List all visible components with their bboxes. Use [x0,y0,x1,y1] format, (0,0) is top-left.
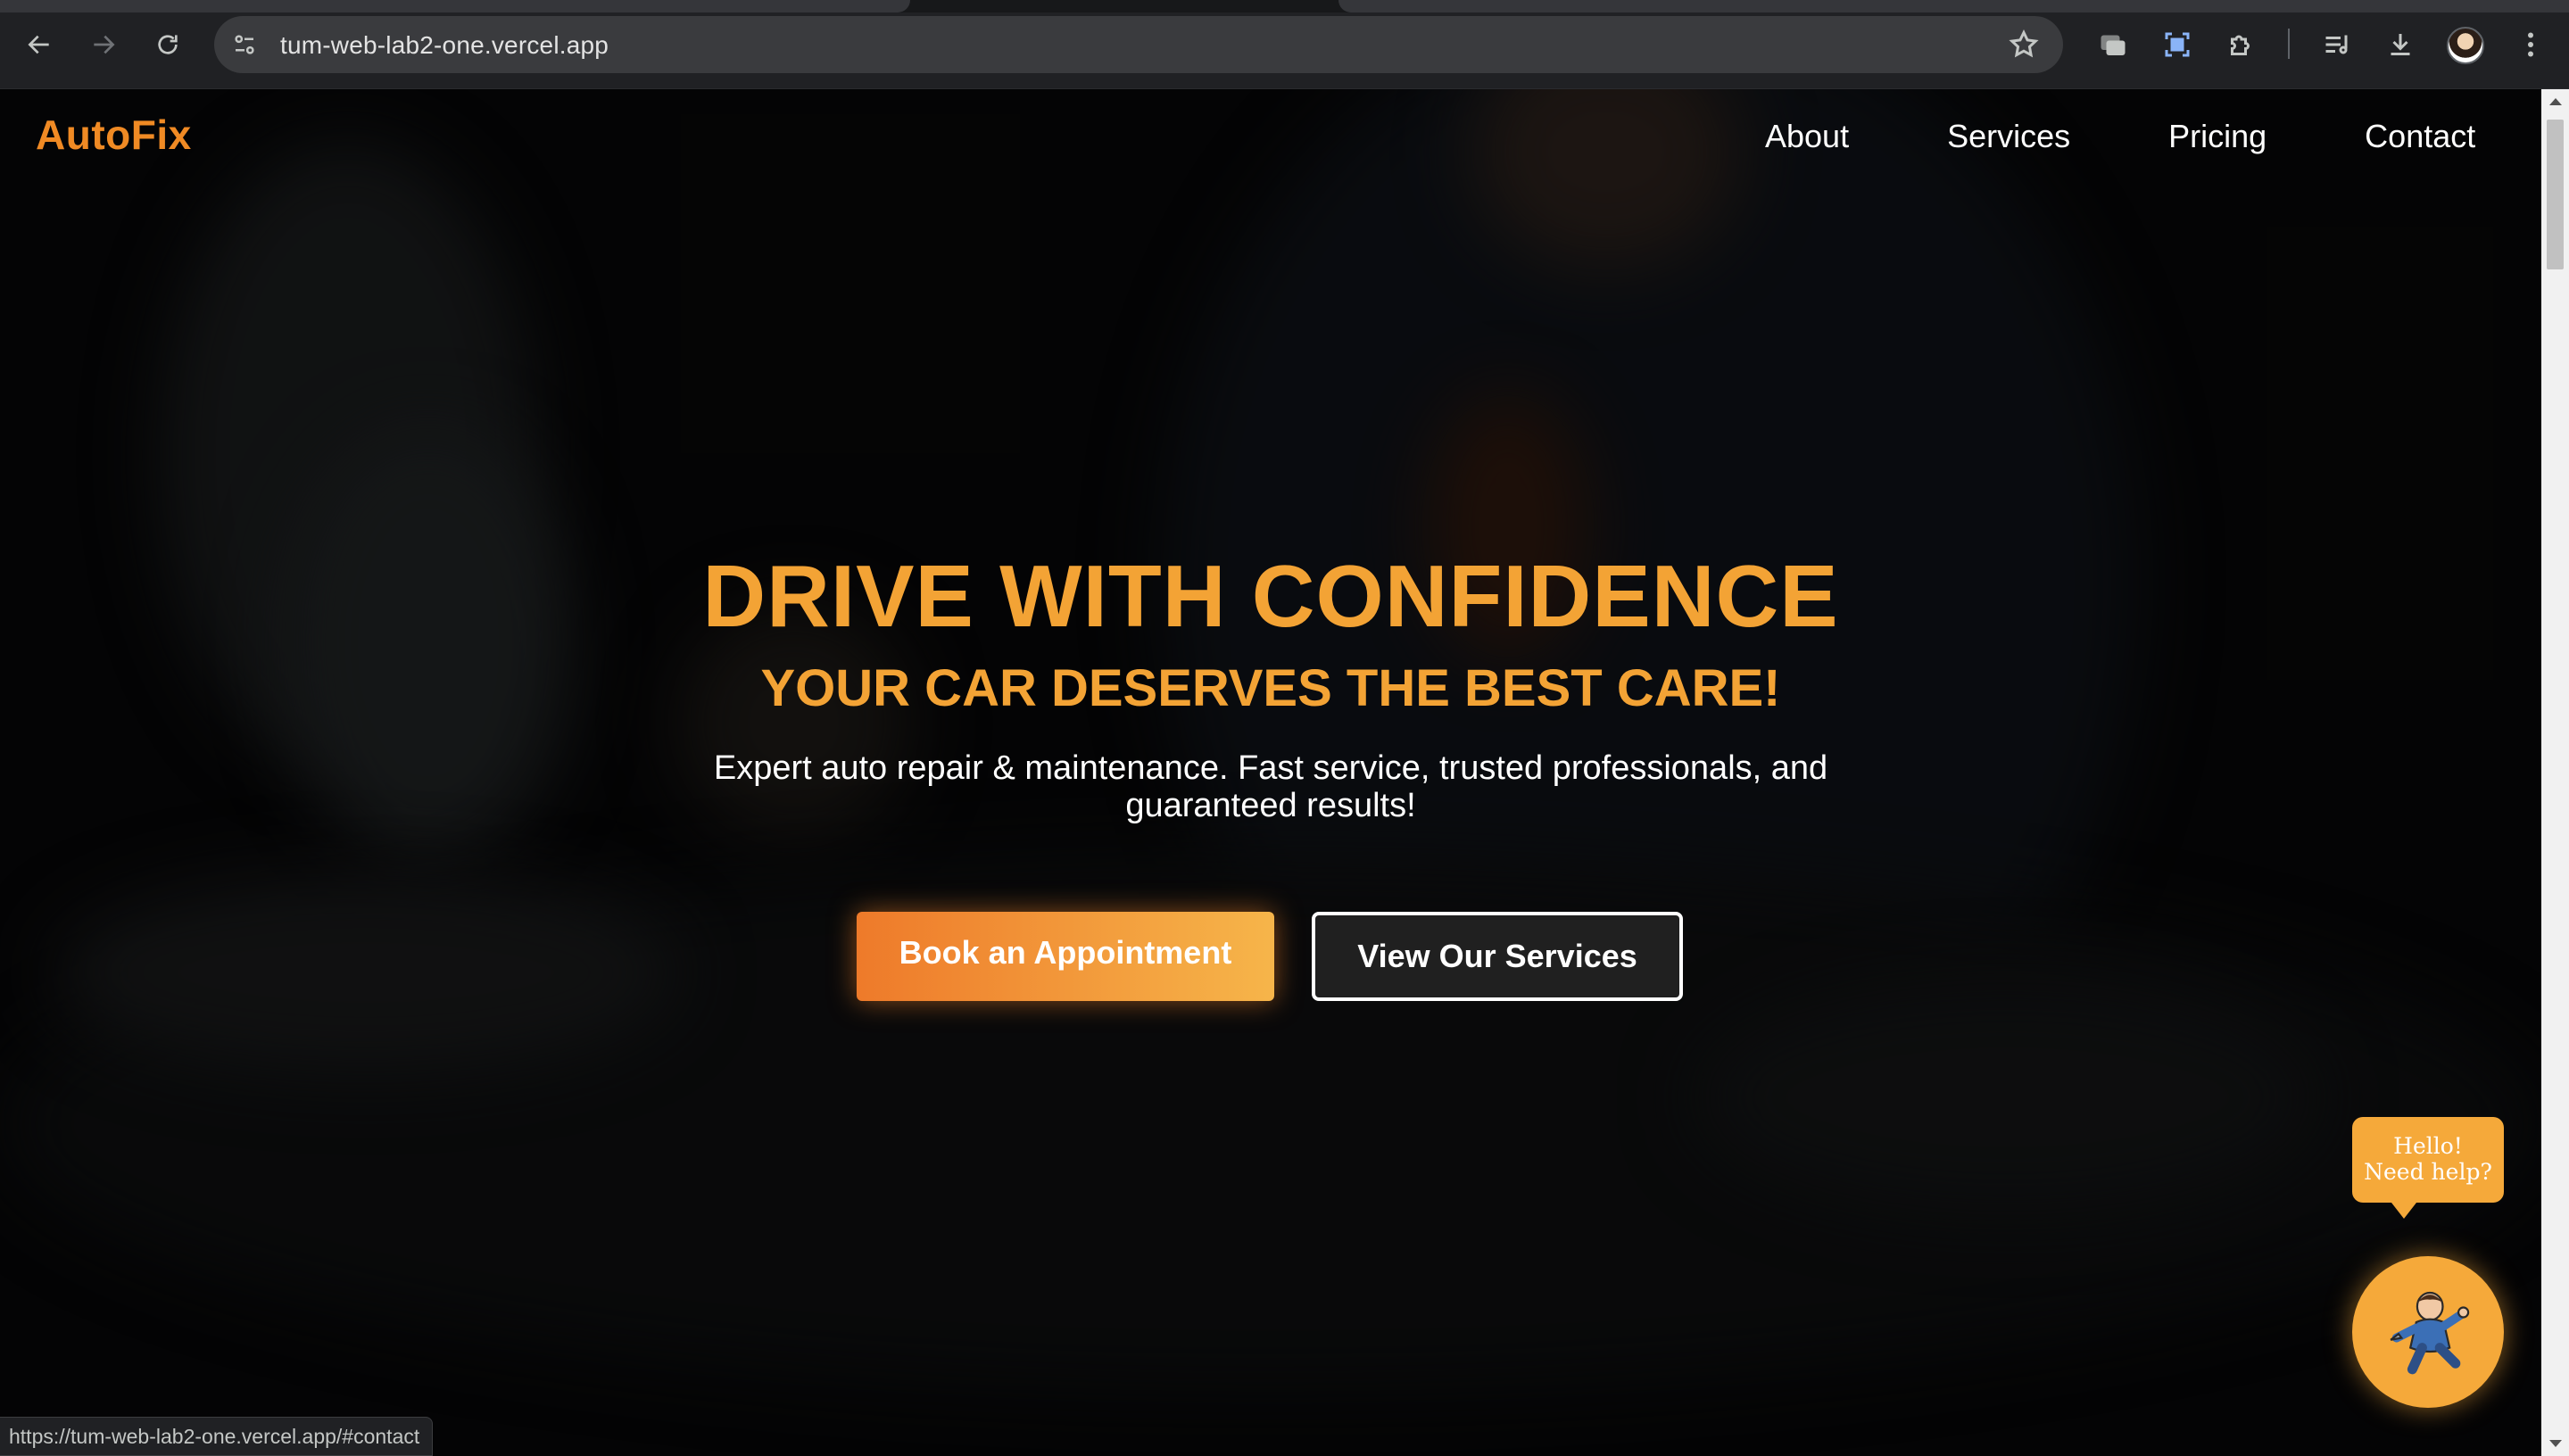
page-viewport: AutoFix About Services Pricing Contact D… [0,89,2541,1456]
arrow-left-icon [28,35,49,54]
site-logo[interactable]: AutoFix [36,111,192,159]
hero-description: Expert auto repair & maintenance. Fast s… [713,749,1828,824]
site-info-button[interactable] [223,23,266,66]
chat-greeting-line2: Need help? [2364,1159,2492,1185]
site-navbar: AutoFix About Services Pricing Contact [0,89,2541,187]
nav-link-services[interactable]: Services [1947,118,2070,155]
download-icon[interactable] [2383,27,2418,62]
view-services-button[interactable]: View Our Services [1312,912,1683,1001]
reload-button[interactable] [146,23,189,66]
nav-link-about[interactable]: About [1765,118,1849,155]
media-controls-icon[interactable] [2320,27,2356,62]
browser-toolbar: tum-web-lab2-one.vercel.app [0,0,2569,89]
profile-avatar[interactable] [2447,27,2484,64]
screenshot-extension-icon[interactable] [2159,27,2195,62]
scroll-down-icon[interactable] [2549,1440,2562,1447]
tune-icon [235,35,254,54]
tab-strip-left [0,0,910,12]
forward-button[interactable] [82,23,125,66]
scrollbar-thumb[interactable] [2547,120,2564,269]
tab-search-icon[interactable] [2095,27,2131,62]
menu-kebab-icon[interactable] [2513,27,2548,62]
back-button[interactable] [18,23,61,66]
page-scrollbar[interactable] [2541,89,2569,1456]
tab-strip [0,0,2569,12]
reload-icon [158,35,178,54]
status-bar-url: https://tum-web-lab2-one.vercel.app/#con… [0,1417,434,1456]
nav-link-contact[interactable]: Contact [2365,118,2475,155]
address-bar-url[interactable]: tum-web-lab2-one.vercel.app [280,31,609,60]
hero-title: DRIVE WITH CONFIDENCE [702,547,1839,645]
book-appointment-button[interactable]: Book an Appointment [857,912,1274,1001]
toolbar-separator [2288,29,2290,59]
extensions-puzzle-icon[interactable] [2224,27,2259,62]
nav-link-pricing[interactable]: Pricing [2168,118,2267,155]
arrow-right-icon [94,35,115,54]
mechanic-mascot-icon [2390,1291,2470,1375]
scroll-up-icon[interactable] [2549,98,2562,105]
tab-strip-right [1338,0,2569,12]
bookmark-star-icon[interactable] [2008,29,2040,61]
chat-greeting-bubble[interactable]: Hello! Need help? [2352,1117,2504,1219]
chat-greeting-line1: Hello! [2393,1133,2463,1159]
hero-subtitle: YOUR CAR DESERVES THE BEST CARE! [760,659,1781,717]
address-bar[interactable]: tum-web-lab2-one.vercel.app [214,16,2063,73]
chat-launcher-button[interactable] [2352,1256,2504,1408]
nav-links: About Services Pricing Contact [1765,118,2475,155]
